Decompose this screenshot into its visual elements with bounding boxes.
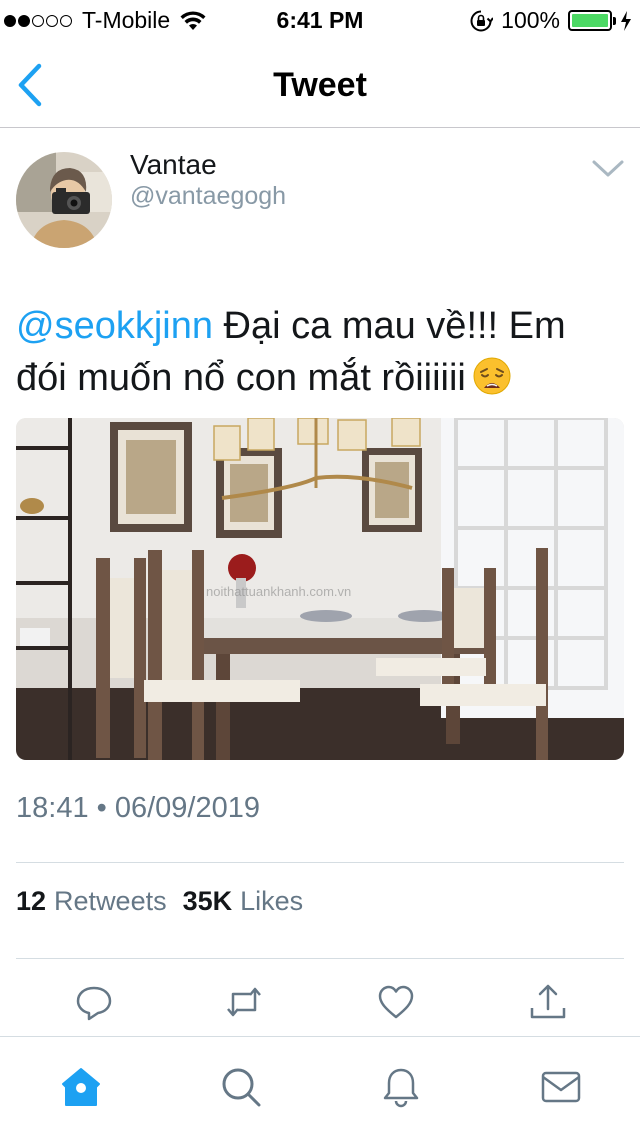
likes-stat[interactable]: 35K Likes (183, 886, 304, 917)
bell-icon (383, 1068, 419, 1108)
avatar-image (16, 152, 112, 248)
tab-home[interactable] (60, 1066, 102, 1108)
divider (16, 958, 624, 959)
tab-messages[interactable] (540, 1066, 582, 1108)
retweets-stat[interactable]: 12 Retweets (16, 886, 167, 917)
caret-menu-button[interactable] (590, 156, 626, 180)
retweet-icon[interactable] (224, 982, 264, 1022)
share-icon[interactable] (528, 982, 568, 1022)
retweet-count: 12 (16, 886, 47, 916)
watermark-text: noithattuankhanh.com.vn (206, 584, 351, 599)
tweet-stats: 12 Retweets 35K Likes (16, 886, 319, 917)
page-title: Tweet (273, 66, 367, 104)
weary-face-emoji-icon (473, 357, 511, 395)
battery-fill (572, 14, 608, 27)
rotation-lock-icon (470, 10, 494, 31)
charging-icon (621, 10, 631, 31)
reply-icon[interactable] (74, 982, 114, 1022)
like-label: Likes (240, 886, 304, 916)
tweet-media-image[interactable]: noithattuankhanh.com.vn (16, 418, 624, 760)
user-handle[interactable]: @vantaegogh (130, 182, 286, 211)
tab-bar (0, 1036, 640, 1136)
home-icon (62, 1068, 100, 1106)
like-count: 35K (182, 886, 233, 916)
battery-percent: 100% (501, 7, 560, 33)
mention-link[interactable]: @seokkjinn (16, 305, 213, 347)
search-icon (222, 1068, 261, 1107)
tweet-text: @seokkjinn Đại ca mau về!!! Em đói muốn … (16, 300, 626, 404)
heart-icon[interactable] (376, 982, 416, 1022)
nav-bar: Tweet (0, 40, 640, 128)
divider (16, 862, 624, 863)
display-name[interactable]: Vantae (130, 149, 217, 181)
dining-room-photo: noithattuankhanh.com.vn (16, 418, 624, 760)
battery-icon (568, 10, 616, 31)
status-right: 100% (469, 7, 632, 34)
status-bar: T-Mobile 6:41 PM 100% (0, 0, 640, 40)
tab-search[interactable] (220, 1066, 262, 1108)
mail-icon (541, 1071, 581, 1103)
tweet-timestamp: 18:41 • 06/09/2019 (16, 792, 260, 824)
retweet-label: Retweets (54, 886, 167, 916)
avatar[interactable] (16, 152, 112, 248)
tab-notifications[interactable] (380, 1066, 422, 1108)
